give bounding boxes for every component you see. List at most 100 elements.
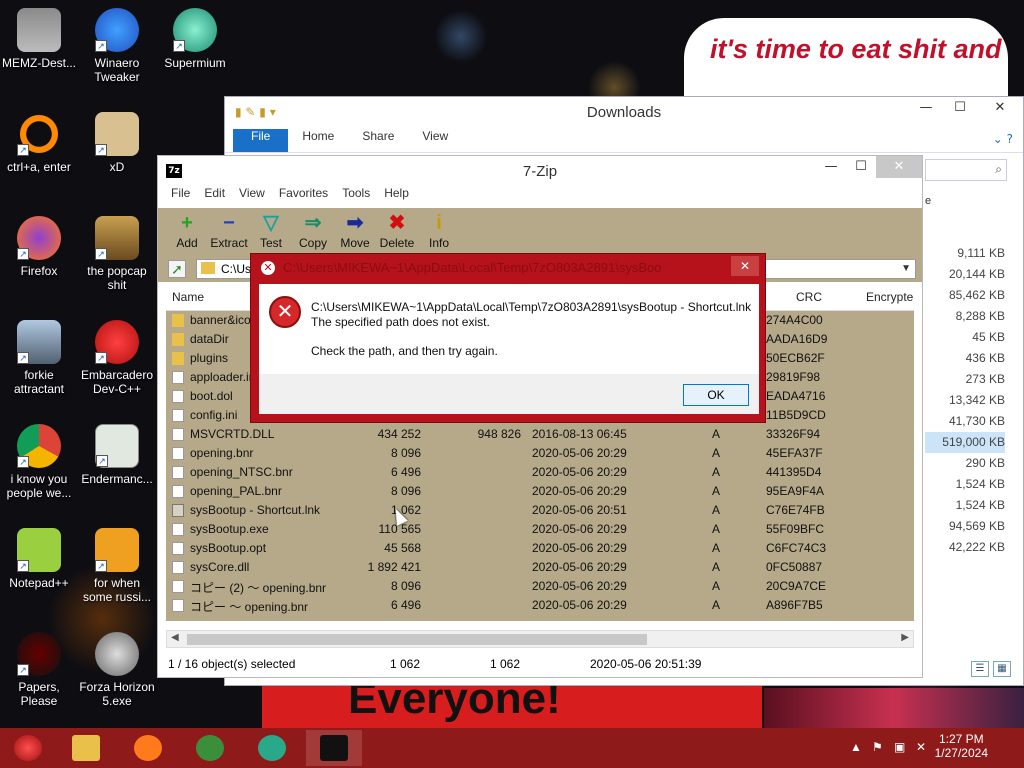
cell-modified: 2020-05-06 20:51 (532, 503, 627, 517)
scroll-right-icon[interactable]: ▶ (901, 632, 909, 643)
table-row[interactable]: sysCore.dll 1 892 421 2020-05-06 20:29 A 0FC… (166, 558, 914, 577)
desktop-icon-forza[interactable]: Forza Horizon 5.exe (78, 632, 156, 708)
column-header-name[interactable]: Name (172, 290, 204, 304)
table-row[interactable]: opening_PAL.bnr 8 096 2020-05-06 20:29 A 95E… (166, 482, 914, 501)
toolbar-info-button[interactable]: i Info (418, 208, 460, 256)
desktop-icon-xd[interactable]: ↗ xD (78, 112, 156, 174)
status-packed: 1 062 (490, 657, 521, 671)
cell-attr: A (712, 560, 721, 574)
cell-crc: 29819F98 (766, 370, 821, 384)
up-folder-button[interactable]: ➚ (168, 260, 186, 278)
desktop-icon-notepadpp[interactable]: ↗ Notepad++ (0, 528, 78, 590)
test-icon: ▽ (263, 212, 279, 234)
desktop-icon-chrome[interactable]: ↗ i know you people we... (0, 424, 78, 500)
size-cell: 13,342 KB (948, 393, 1005, 407)
ribbon-expand-help-icon[interactable]: ⌄ ? (993, 132, 1013, 146)
shortcut-arrow-icon: ↗ (95, 144, 107, 156)
scroll-left-icon[interactable]: ◀ (171, 632, 179, 643)
desktop-icon-memz[interactable]: MEMZ-Dest... (0, 8, 78, 70)
clock[interactable]: 1:27 PM 1/27/2024 (935, 732, 988, 760)
horizontal-scrollbar[interactable]: ◀ ▶ (166, 630, 914, 648)
desktop-icon-popcap[interactable]: ↗ the popcap shit (78, 216, 156, 292)
column-header-partial[interactable]: e (925, 195, 931, 207)
toolbar-extract-button[interactable]: − Extract (208, 208, 250, 256)
toolbar-delete-button[interactable]: ✖ Delete (376, 208, 418, 256)
tab-share[interactable]: Share (348, 129, 408, 152)
close-button[interactable]: ✕ (731, 256, 759, 276)
sevenzip-titlebar[interactable]: 7z 7-Zip — ☐ ✕ (158, 156, 922, 186)
desktop-icon-winaero[interactable]: ↗ Winaero Tweaker (78, 8, 156, 84)
desktop-icon-enderman[interactable]: ↗ Endermanc... (78, 424, 156, 486)
volume-muted-icon[interactable]: ✕ (916, 740, 926, 754)
gear-icon: ↗ (17, 320, 61, 364)
menu-favorites[interactable]: Favorites (272, 186, 335, 208)
table-row[interactable]: コピー (2) ～ opening.bnr 8 096 2020-05-06 20:… (166, 577, 914, 596)
tab-home[interactable]: Home (288, 129, 348, 152)
taskbar-firefox-button[interactable] (120, 730, 176, 766)
cell-crc: 20C9A7CE (766, 579, 827, 593)
table-row[interactable]: opening.bnr 8 096 2020-05-06 20:29 A 45EFA37… (166, 444, 914, 463)
maximize-button[interactable]: ☐ (846, 156, 876, 178)
network-icon[interactable]: ▣ (894, 740, 905, 754)
cell-crc: 11B5D9CD (766, 408, 826, 422)
minimize-button[interactable]: — (909, 97, 943, 121)
desktop-icon-russian[interactable]: ↗ for when some russi... (78, 528, 156, 604)
menu-view[interactable]: View (232, 186, 272, 208)
desktop-icon-firefox[interactable]: ↗ Firefox (0, 216, 78, 278)
tab-file[interactable]: File (233, 129, 289, 152)
start-button[interactable] (0, 730, 56, 766)
table-row[interactable]: sysBootup.opt 45 568 2020-05-06 20:29 A C6FC… (166, 539, 914, 558)
table-row[interactable]: コピー ～ opening.bnr 6 496 2020-05-06 20:29 A A… (166, 596, 914, 615)
supermium-icon (258, 735, 286, 761)
toolbar-test-button[interactable]: ▽ Test (250, 208, 292, 256)
shortcut-arrow-icon: ↗ (95, 560, 107, 572)
column-header-crc[interactable]: CRC (796, 290, 822, 304)
desktop-icon-papers-please[interactable]: ↗ Papers, Please (0, 632, 78, 708)
taskbar-chrome-button[interactable] (182, 730, 238, 766)
large-icons-view-icon[interactable]: ▦ (993, 661, 1011, 677)
table-row[interactable]: MSVCRTD.DLL 434 252 948 826 2016-08-13 06:4… (166, 425, 914, 444)
toolbar-move-button[interactable]: ➡ Move (334, 208, 376, 256)
error-dialog-title: C:\Users\MIKEWA~1\AppData\Local\Temp\7zO… (283, 260, 662, 275)
toolbar-copy-button[interactable]: ⇒ Copy (292, 208, 334, 256)
ok-button[interactable]: OK (683, 384, 749, 406)
toolbar-add-button[interactable]: + Add (166, 208, 208, 256)
taskbar-supermium-button[interactable] (244, 730, 300, 766)
supermium-icon: ↗ (173, 8, 217, 52)
error-dialog-titlebar[interactable]: ✕ C:\Users\MIKEWA~1\AppData\Local\Temp\7… (251, 254, 765, 282)
explorer-titlebar[interactable]: ▮ ✎ ▮ ▾ Downloads — ☐ ✕ (225, 97, 1023, 129)
error-dialog[interactable]: ✕ C:\Users\MIKEWA~1\AppData\Local\Temp\7… (250, 253, 766, 423)
status-modified: 2020-05-06 20:51:39 (590, 657, 702, 671)
desktop-icon-forkie[interactable]: ↗ forkie attractant (0, 320, 78, 396)
tab-view[interactable]: View (408, 129, 462, 152)
column-header-encrypted[interactable]: Encrypte (866, 290, 913, 304)
table-row[interactable]: opening_NTSC.bnr 6 496 2020-05-06 20:29 A 44… (166, 463, 914, 482)
desktop-icon-ctrl-a-enter[interactable]: ↗ ctrl+a, enter (0, 112, 78, 174)
desktop-icon-devcpp[interactable]: ↗ Embarcadero Dev-C++ (78, 320, 156, 396)
cell-size: 8 096 (390, 446, 421, 460)
close-button[interactable]: ✕ (977, 97, 1023, 121)
table-row[interactable]: sysBootup - Shortcut.lnk 1 062 2020-05-06 … (166, 501, 914, 520)
menu-edit[interactable]: Edit (197, 186, 232, 208)
search-input[interactable]: ⌕ (925, 159, 1007, 181)
menu-tools[interactable]: Tools (335, 186, 377, 208)
chevron-down-icon[interactable]: ▼ (901, 260, 911, 278)
scrollbar-thumb[interactable] (187, 634, 647, 645)
details-view-icon[interactable]: ☰ (971, 661, 989, 677)
menu-file[interactable]: File (164, 186, 197, 208)
maximize-button[interactable]: ☐ (943, 97, 977, 121)
menu-help[interactable]: Help (377, 186, 416, 208)
taskbar-7zip-button[interactable] (306, 730, 362, 766)
cell-size: 6 496 (390, 465, 421, 479)
close-button[interactable]: ✕ (876, 156, 922, 178)
cell-attr: A (712, 427, 721, 441)
desktop-icon-supermium[interactable]: ↗ Supermium (156, 8, 234, 70)
toolbar-label: Extract (210, 236, 248, 250)
search-icon: ⌕ (995, 162, 1002, 176)
folder-icon (201, 262, 215, 274)
taskbar-file-explorer-button[interactable] (58, 730, 114, 766)
minimize-button[interactable]: — (816, 156, 846, 178)
flag-icon[interactable]: ⚑ (872, 740, 883, 754)
table-row[interactable]: sysBootup.exe 110 565 2020-05-06 20:29 A 55F… (166, 520, 914, 539)
tray-chevron-up-icon[interactable]: ▲ (850, 740, 862, 754)
